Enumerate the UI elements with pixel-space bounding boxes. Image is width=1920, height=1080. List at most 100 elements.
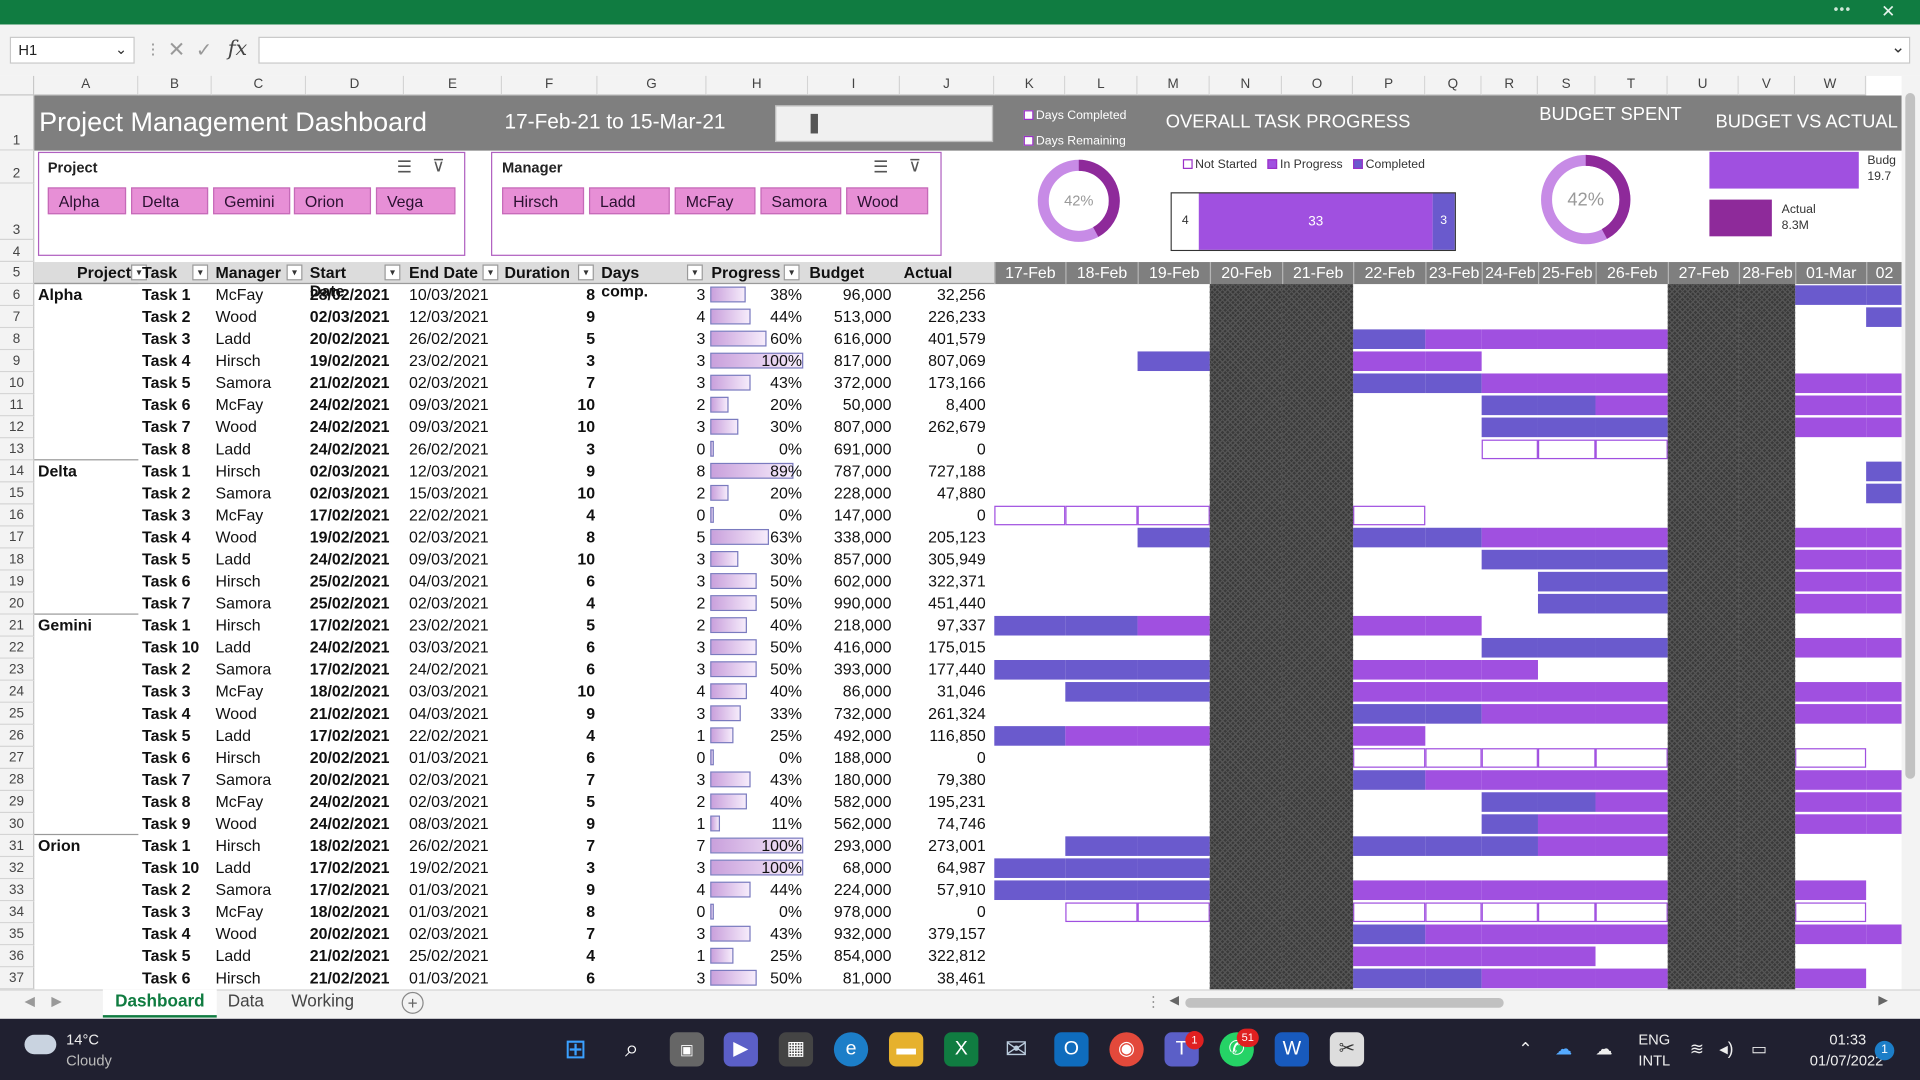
row-header[interactable]: 37 (0, 967, 35, 990)
row-header[interactable]: 13 (0, 438, 35, 461)
scroll-left-icon[interactable]: ◀ (1169, 994, 1178, 1007)
row-header[interactable]: 21 (0, 614, 35, 637)
project-slicer-item-orion[interactable]: Orion (293, 187, 372, 215)
insert-function-icon[interactable]: fx (228, 37, 247, 61)
manager-slicer-item-wood[interactable]: Wood (846, 187, 929, 215)
filter-dropdown-icon[interactable]: ▾ (384, 264, 401, 281)
chat-icon[interactable]: ▶ (723, 1032, 758, 1067)
confirm-icon[interactable]: ✓ (196, 38, 212, 62)
row-header[interactable]: 16 (0, 504, 35, 527)
scroll-right-icon[interactable]: ▶ (1878, 994, 1887, 1007)
mail-icon[interactable]: ✉ (999, 1032, 1033, 1066)
project-slicer-item-vega[interactable]: Vega (375, 187, 456, 215)
horizontal-scroll-thumb[interactable] (1185, 997, 1504, 1008)
store-icon[interactable]: ▦ (778, 1032, 814, 1067)
column-header-h[interactable]: H (706, 75, 809, 96)
row-header[interactable]: 17 (0, 526, 35, 549)
row-header[interactable]: 29 (0, 791, 35, 814)
row-header[interactable]: 8 (0, 328, 35, 351)
multi-select-icon[interactable]: ☰ (397, 157, 412, 178)
row-header[interactable]: 28 (0, 768, 35, 792)
more-options-icon[interactable]: ••• (1834, 2, 1852, 17)
snipping-tool-icon[interactable]: ✂ (1329, 1032, 1365, 1067)
project-slicer-item-delta[interactable]: Delta (131, 187, 209, 215)
task-view-icon[interactable]: ▣ (669, 1032, 705, 1067)
multi-select-icon[interactable]: ☰ (873, 157, 888, 178)
timeline-scroll-control[interactable] (775, 105, 994, 143)
clear-filter-icon[interactable]: ⊽ (432, 156, 445, 177)
show-hidden-icons-icon[interactable]: ⌃ (1518, 1038, 1532, 1059)
column-header-b[interactable]: B (138, 75, 212, 96)
word-icon[interactable]: W (1274, 1032, 1309, 1067)
row-header[interactable]: 22 (0, 636, 35, 659)
row-header[interactable]: 14 (0, 460, 35, 483)
column-header-a[interactable]: A (34, 75, 139, 96)
weather-text[interactable]: Cloudy (66, 1052, 112, 1069)
row-header[interactable]: 20 (0, 592, 35, 615)
select-all-corner[interactable] (0, 75, 35, 96)
column-header-c[interactable]: C (211, 75, 307, 96)
add-sheet-icon[interactable]: + (401, 991, 424, 1014)
row-header[interactable]: 24 (0, 680, 35, 703)
row-header[interactable]: 34 (0, 901, 35, 924)
filter-dropdown-icon[interactable]: ▾ (482, 264, 499, 281)
column-header-j[interactable]: J (900, 75, 995, 96)
excel-icon[interactable]: X (944, 1032, 979, 1067)
clear-filter-icon[interactable]: ⊽ (909, 156, 922, 177)
weather-temp[interactable]: 14°C (66, 1031, 99, 1048)
row-header[interactable]: 32 (0, 857, 35, 880)
row-header[interactable]: 19 (0, 570, 35, 593)
manager-slicer-item-hirsch[interactable]: Hirsch (502, 187, 585, 215)
chevron-down-icon[interactable]: ⌄ (115, 40, 127, 57)
row-header[interactable]: 33 (0, 879, 35, 902)
clock-date[interactable]: 01/07/2022 (1810, 1052, 1884, 1069)
column-header-i[interactable]: I (808, 75, 901, 96)
row-header[interactable]: 6 (0, 284, 35, 307)
volume-icon[interactable]: ◂) (1719, 1038, 1733, 1059)
tab-dashboard[interactable]: Dashboard (102, 989, 217, 1018)
column-header-s[interactable]: S (1537, 75, 1596, 96)
row-header[interactable]: 9 (0, 350, 35, 373)
row-header[interactable]: 36 (0, 945, 35, 968)
column-header-u[interactable]: U (1667, 75, 1739, 96)
row-header[interactable]: 10 (0, 372, 35, 395)
row-header[interactable]: 25 (0, 702, 35, 725)
row-header[interactable]: 12 (0, 416, 35, 439)
onedrive-icon[interactable]: ☁ (1555, 1038, 1572, 1059)
row-header[interactable]: 30 (0, 813, 35, 836)
manager-slicer-item-ladd[interactable]: Ladd (588, 187, 670, 215)
tab-working[interactable]: Working (279, 989, 366, 1017)
row-header[interactable]: 11 (0, 394, 35, 417)
row-header[interactable]: 3 (0, 183, 35, 241)
column-header-l[interactable]: L (1065, 75, 1138, 96)
name-box[interactable]: H1 ⌄ (9, 36, 135, 64)
chrome-icon[interactable]: ◉ (1109, 1032, 1144, 1067)
filter-dropdown-icon[interactable]: ▾ (686, 264, 703, 281)
column-header-e[interactable]: E (404, 75, 503, 96)
next-sheet-icon[interactable]: ▶ (51, 993, 61, 1009)
manager-slicer-item-mcfay[interactable]: McFay (674, 187, 756, 215)
edge-icon[interactable]: e (833, 1032, 869, 1067)
column-header-o[interactable]: O (1282, 75, 1354, 96)
project-slicer-item-gemini[interactable]: Gemini (213, 187, 291, 215)
row-header[interactable]: 4 (0, 240, 35, 263)
column-header-d[interactable]: D (306, 75, 405, 96)
row-header[interactable]: 1 (0, 95, 35, 151)
column-header-w[interactable]: W (1795, 75, 1867, 96)
formula-input[interactable] (258, 36, 1911, 64)
expand-formula-bar-icon[interactable]: ⌄ (1891, 37, 1905, 58)
row-header[interactable]: 31 (0, 835, 35, 858)
row-header[interactable]: 18 (0, 548, 35, 571)
column-header-m[interactable]: M (1137, 75, 1210, 96)
column-header-n[interactable]: N (1209, 75, 1283, 96)
column-header-g[interactable]: G (597, 75, 707, 96)
project-slicer-item-alpha[interactable]: Alpha (47, 187, 127, 215)
row-header[interactable]: 27 (0, 746, 35, 769)
close-icon[interactable]: ✕ (1881, 1, 1895, 22)
column-header-r[interactable]: R (1481, 75, 1538, 96)
cloud-icon[interactable] (24, 1034, 57, 1055)
notification-count[interactable]: 1 (1874, 1040, 1895, 1061)
row-header[interactable]: 15 (0, 482, 35, 505)
language-layout[interactable]: INTL (1638, 1052, 1670, 1069)
file-explorer-icon[interactable]: ▬ (888, 1032, 924, 1067)
